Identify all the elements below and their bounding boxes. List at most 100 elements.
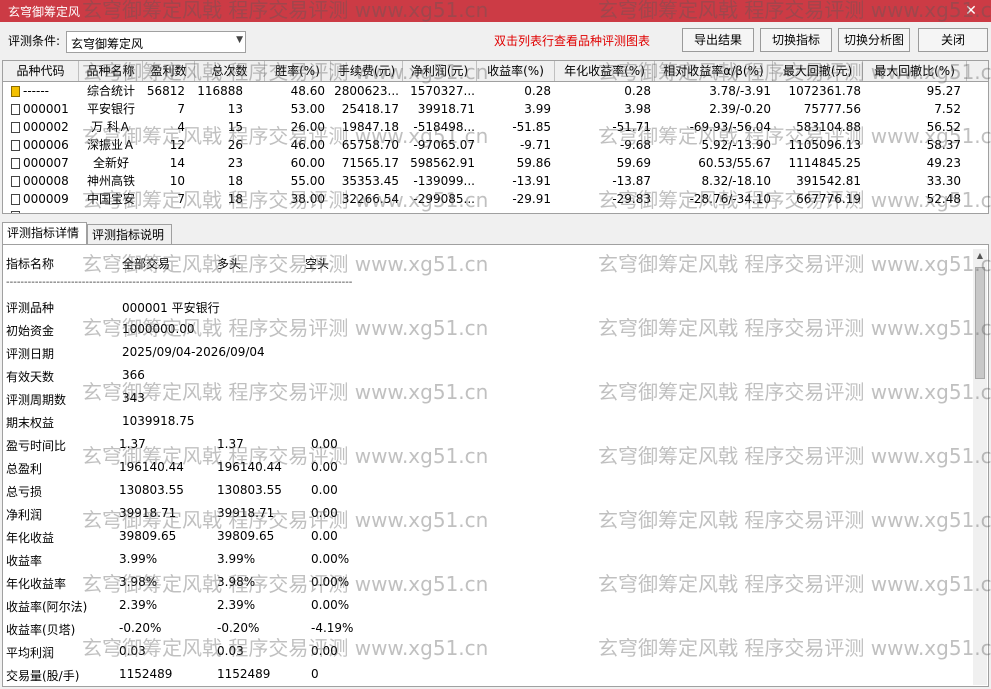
table-row[interactable]	[3, 207, 988, 213]
metric-label: 年化收益率	[6, 577, 67, 591]
scroll-thumb[interactable]	[975, 267, 985, 379]
info-value: 366	[122, 368, 145, 382]
col-alpha-beta[interactable]: 相对收益率α/β(%)	[655, 61, 773, 81]
window-title: 玄穹御筹定风	[8, 5, 81, 19]
metric-short: 0.00	[311, 506, 338, 520]
cell-code: 000001	[11, 100, 77, 118]
cell-ret: 3.99	[524, 102, 551, 116]
metric-long: 196140.44	[217, 460, 282, 474]
cell-name: 综合统计	[86, 84, 135, 98]
cell-code: ------	[11, 82, 77, 100]
col-win[interactable]: 盈利数	[143, 61, 195, 81]
table-row[interactable]: 000001 平安银行 7 13 53.00 25418.17 39918.71 3.99 3.…	[3, 100, 988, 118]
info-label: 评测日期	[6, 347, 55, 361]
cell-total: 15	[227, 120, 243, 134]
cell-total: 116888	[197, 84, 243, 98]
close-icon[interactable]: ✕	[951, 0, 991, 22]
metric-label: 收益率(贝塔)	[6, 623, 76, 637]
metric-label: 平均利润	[6, 646, 55, 660]
cell-code: 000007	[11, 154, 77, 172]
tab-description[interactable]: 评测指标说明	[87, 224, 172, 244]
info-label: 评测周期数	[6, 393, 67, 407]
table-row[interactable]: 000009 中国宝安 7 18 38.00 32266.54 -299085... -29.…	[3, 190, 988, 208]
col-fee[interactable]: 手续费(元)	[331, 61, 403, 81]
title-bar: 玄穹御筹定风 ✕	[0, 0, 991, 22]
cell-ddr: 56.52	[926, 120, 961, 134]
table-row[interactable]: 000002 万 科Ａ 4 15 26.00 19847.18 -518498... -51.…	[3, 118, 988, 136]
cell-ddr: 33.30	[926, 174, 961, 188]
row-checkbox[interactable]	[11, 140, 20, 151]
condition-value: 玄穹御筹定风	[71, 37, 144, 51]
row-checkbox[interactable]	[11, 211, 20, 213]
header-name: 指标名称	[6, 257, 55, 271]
cell-total: 18	[227, 174, 243, 188]
cell-ret: 59.86	[516, 156, 551, 170]
switch-indicator-button[interactable]: 切换指标	[760, 28, 832, 52]
metric-label: 交易量(股/手)	[6, 669, 80, 683]
detail-panel: 指标名称 全部交易 多头 空头 ------------------------…	[2, 244, 989, 687]
metric-all: 0.03	[119, 644, 146, 658]
info-value: 1039918.75	[122, 414, 195, 428]
row-checkbox[interactable]	[11, 194, 20, 205]
metric-label: 收益率(阿尔法)	[6, 600, 88, 614]
close-button[interactable]: 关闭	[918, 28, 988, 52]
hint-text: 双击列表行查看品种评测图表	[494, 34, 651, 48]
col-total[interactable]: 总次数	[195, 61, 265, 81]
cell-name: 万 科Ａ	[91, 120, 131, 134]
metric-all: -0.20%	[119, 621, 162, 635]
scrollbar[interactable]: ▲	[973, 249, 987, 685]
col-max-dd-ratio[interactable]: 最大回撤比(%)	[863, 61, 967, 81]
col-name[interactable]: 品种名称	[79, 61, 143, 81]
cell-alpha: 5.92/-13.90	[701, 138, 771, 152]
table-row[interactable]: 000006 深振业Ａ 12 26 46.00 65758.70 -97065.07 -9.7…	[3, 136, 988, 154]
cell-name: 中国宝安	[86, 192, 135, 206]
metric-short: 0.00%	[311, 552, 350, 566]
scroll-up-icon[interactable]: ▲	[973, 249, 987, 263]
info-value: 1000000.00	[122, 322, 195, 336]
cell-name: 平安银行	[86, 102, 135, 116]
cell-dd: 583104.88	[796, 120, 861, 134]
info-label: 有效天数	[6, 370, 55, 384]
cell-code: 000002	[11, 118, 77, 136]
table-row[interactable]: 000007 全新好 14 23 60.00 71565.17 598562.91 59.86…	[3, 154, 988, 172]
col-annual[interactable]: 年化收益率(%)	[555, 61, 655, 81]
cell-rate: 26.00	[290, 120, 325, 134]
switch-chart-button[interactable]: 切换分析图	[838, 28, 910, 52]
table-row[interactable]: 000008 神州高铁 10 18 55.00 35353.45 -139099... -13…	[3, 172, 988, 190]
export-button[interactable]: 导出结果	[682, 28, 754, 52]
row-checkbox[interactable]	[11, 176, 20, 187]
row-checkbox[interactable]	[11, 122, 20, 133]
cell-win: 14	[169, 156, 185, 170]
cell-win: 56812	[146, 84, 185, 98]
row-code-text: 000009	[23, 192, 69, 206]
metric-long: -0.20%	[217, 621, 260, 635]
cell-annual: 3.98	[624, 102, 651, 116]
summary-folder-icon[interactable]	[11, 86, 20, 97]
col-rate[interactable]: 胜率(%)	[265, 61, 331, 81]
metric-long: 1152489	[217, 667, 271, 681]
table-row[interactable]: ------ 综合统计 56812 116888 48.60 2800623... 1570…	[3, 82, 988, 100]
cell-rate: 48.60	[290, 84, 325, 98]
col-max-dd[interactable]: 最大回撤(元)	[773, 61, 863, 81]
info-label: 初始资金	[6, 324, 55, 338]
metric-short: 0.00	[311, 483, 338, 497]
cell-fee: 32266.54	[341, 192, 399, 206]
cell-code: 000006	[11, 136, 77, 154]
cell-ret: 0.28	[524, 84, 551, 98]
row-checkbox[interactable]	[11, 158, 20, 169]
cell-rate: 46.00	[290, 138, 325, 152]
col-return[interactable]: 收益率(%)	[477, 61, 555, 81]
header-all: 全部交易	[122, 257, 171, 271]
row-checkbox[interactable]	[11, 104, 20, 115]
col-code[interactable]: 品种代码	[3, 61, 79, 81]
cell-profit: -299085...	[413, 192, 475, 206]
metric-short: -4.19%	[311, 621, 354, 635]
tab-details[interactable]: 评测指标详情	[2, 222, 87, 244]
cell-alpha: -28.76/-34.10	[689, 192, 771, 206]
cell-total: 26	[227, 138, 243, 152]
chevron-down-icon[interactable]: ▼	[236, 35, 243, 45]
col-profit[interactable]: 净利润(元)	[403, 61, 477, 81]
metric-label: 收益率	[6, 554, 43, 568]
condition-select[interactable]: 玄穹御筹定风 ▼	[66, 31, 246, 53]
header-short: 空头	[305, 257, 330, 271]
